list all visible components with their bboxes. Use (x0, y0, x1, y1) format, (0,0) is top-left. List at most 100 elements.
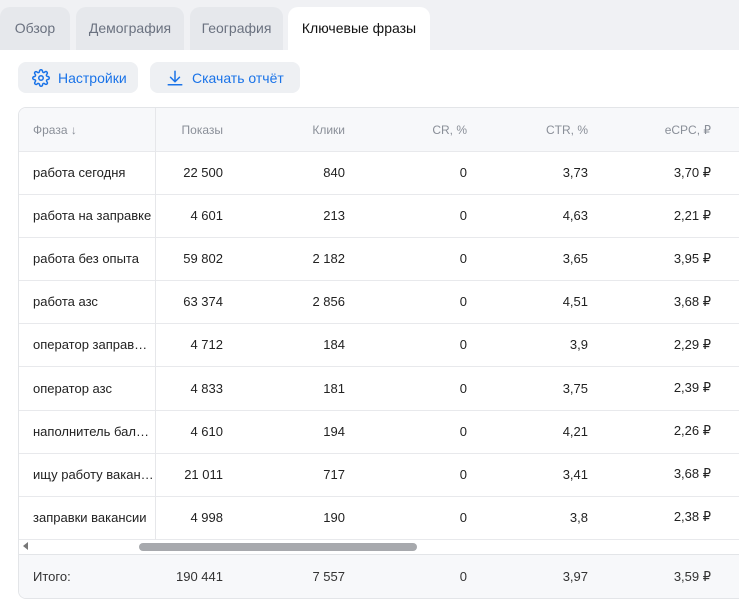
table-row[interactable]: работа на заправке 4 601 213 0 4,63 2,21 ₽ (19, 194, 739, 239)
phrase-text: оператор азс (33, 380, 112, 396)
total-ctr: 3,97 (562, 569, 588, 584)
settings-button[interactable]: Настройки (18, 62, 138, 93)
download-report-button[interactable]: Скачать отчёт (150, 62, 300, 93)
download-button-label: Скачать отчёт (192, 69, 284, 86)
cell-clicks: 184 (323, 337, 345, 353)
total-clicks: 7 557 (312, 569, 345, 584)
cell-cr: 0 (459, 509, 467, 525)
cell-phrase: работа азс (33, 280, 155, 323)
cell-phrase: наполнитель балл… (33, 410, 155, 453)
cell-impressions: 59 802 (183, 251, 223, 267)
cell-impressions: 4 998 (190, 509, 223, 525)
cell-impressions: 22 500 (183, 165, 223, 181)
column-header-phrase[interactable]: Фраза ↓ (33, 108, 155, 151)
table-row[interactable]: ищу работу вакан… 21 011 717 0 3,41 3,68 ₽ (19, 453, 739, 497)
cell-phrase: работа без опыта (33, 237, 155, 280)
sticky-column-divider (155, 108, 156, 540)
cell-clicks: 213 (323, 208, 345, 224)
table-row[interactable]: работа сегодня 22 500 840 0 3,73 3,70 ₽ (19, 151, 739, 196)
total-ecpc: 3,59 ₽ (673, 568, 711, 584)
phrase-text: заправки вакансии (33, 509, 147, 525)
cell-clicks: 190 (323, 509, 345, 525)
cell-phrase: оператор заправ… (33, 323, 155, 366)
keywords-table: Фраза ↓ Показы Клики CR, % CTR, % eCPC, … (18, 107, 739, 599)
cell-impressions: 4 610 (190, 423, 223, 439)
cell-ctr: 3,65 (562, 251, 588, 267)
cell-clicks: 2 856 (312, 294, 345, 310)
tab-keywords[interactable]: Ключевые фразы (288, 7, 430, 50)
phrase-text: оператор заправ… (33, 337, 148, 353)
phrase-text: работа сегодня (33, 165, 126, 181)
cell-ctr: 4,63 (562, 208, 588, 224)
scroll-left-arrow-icon[interactable] (23, 542, 28, 550)
cell-clicks: 717 (323, 466, 345, 482)
cell-cr: 0 (459, 380, 467, 396)
total-label: Итого: (33, 569, 71, 584)
column-header-impressions[interactable]: Показы (157, 108, 223, 151)
table-row[interactable]: работа азс 63 374 2 856 0 4,51 3,68 ₽ (19, 280, 739, 325)
column-header-clicks[interactable]: Клики (239, 108, 345, 151)
cell-ctr: 4,51 (562, 294, 588, 310)
cell-ecpc: 2,38 ₽ (673, 509, 711, 525)
cell-ctr: 3,9 (569, 337, 588, 353)
cell-phrase: оператор азс (33, 367, 155, 410)
cell-impressions: 21 011 (184, 466, 223, 482)
column-header-ecpc[interactable]: eCPC, ₽ (599, 108, 711, 151)
cell-ecpc: 3,70 ₽ (673, 164, 711, 180)
cell-clicks: 181 (323, 380, 345, 396)
cell-cr: 0 (459, 423, 467, 439)
cell-cr: 0 (459, 208, 467, 224)
cell-cr: 0 (459, 337, 467, 353)
scrollbar-thumb[interactable] (139, 543, 417, 551)
cell-phrase: заправки вакансии (33, 496, 155, 539)
cell-phrase: ищу работу вакан… (33, 453, 155, 496)
phrase-text: работа азс (33, 294, 98, 310)
cell-clicks: 194 (323, 423, 345, 439)
table-row[interactable]: наполнитель балл… 4 610 194 0 4,21 2,26 ₽ (19, 410, 739, 454)
cell-ecpc: 2,29 ₽ (673, 336, 711, 352)
cell-cr: 0 (459, 165, 467, 181)
table-header: Фраза ↓ Показы Клики CR, % CTR, % eCPC, … (19, 108, 739, 152)
cell-ctr: 3,8 (569, 509, 588, 525)
gear-icon (32, 68, 50, 87)
phrase-text: наполнитель балл… (33, 423, 155, 439)
table-row[interactable]: заправки вакансии 4 998 190 0 3,8 2,38 ₽ (19, 496, 739, 540)
cell-ctr: 4,21 (562, 423, 588, 439)
cell-clicks: 2 182 (312, 251, 345, 267)
column-header-ctr[interactable]: CTR, % (479, 108, 588, 151)
tab-demography[interactable]: Демография (76, 7, 184, 50)
cell-cr: 0 (459, 251, 467, 267)
table-row[interactable]: работа без опыта 59 802 2 182 0 3,65 3,95 ₽ (19, 237, 739, 282)
column-header-cr[interactable]: CR, % (359, 108, 467, 151)
phrase-text: работа на заправке (33, 208, 152, 224)
table-row[interactable]: оператор азс 4 833 181 0 3,75 2,39 ₽ (19, 367, 739, 411)
table-row[interactable]: оператор заправ… 4 712 184 0 3,9 2,29 ₽ (19, 323, 739, 368)
phrase-text: работа без опыта (33, 251, 139, 267)
cell-ecpc: 3,68 ₽ (673, 466, 711, 482)
cell-ecpc: 2,21 ₽ (673, 207, 711, 223)
cell-ecpc: 3,68 ₽ (673, 293, 711, 309)
total-cr: 0 (459, 569, 467, 584)
horizontal-scrollbar[interactable] (19, 540, 739, 554)
cell-impressions: 4 833 (190, 380, 223, 396)
settings-button-label: Настройки (58, 69, 127, 86)
download-icon (166, 69, 184, 87)
tab-overview[interactable]: Обзор (0, 7, 70, 50)
cell-ecpc: 3,95 ₽ (673, 250, 711, 266)
cell-ctr: 3,73 (562, 165, 588, 181)
cell-ctr: 3,75 (562, 380, 588, 396)
cell-cr: 0 (459, 294, 467, 310)
cell-phrase: работа сегодня (33, 151, 155, 194)
tab-bar: Обзор Демография География Ключевые фраз… (0, 0, 739, 50)
cell-ecpc: 2,26 ₽ (673, 423, 711, 439)
cell-impressions: 4 712 (190, 337, 223, 353)
table-total-row: Итого: 190 441 7 557 0 3,97 3,59 ₽ (19, 554, 739, 598)
cell-impressions: 4 601 (190, 208, 223, 224)
cell-phrase: работа на заправке (33, 194, 155, 237)
tab-geography[interactable]: География (190, 7, 283, 50)
phrase-text: ищу работу вакан… (33, 466, 154, 482)
cell-cr: 0 (459, 466, 467, 482)
cell-impressions: 63 374 (183, 294, 223, 310)
cell-ecpc: 2,39 ₽ (673, 380, 711, 396)
cell-ctr: 3,41 (562, 466, 588, 482)
